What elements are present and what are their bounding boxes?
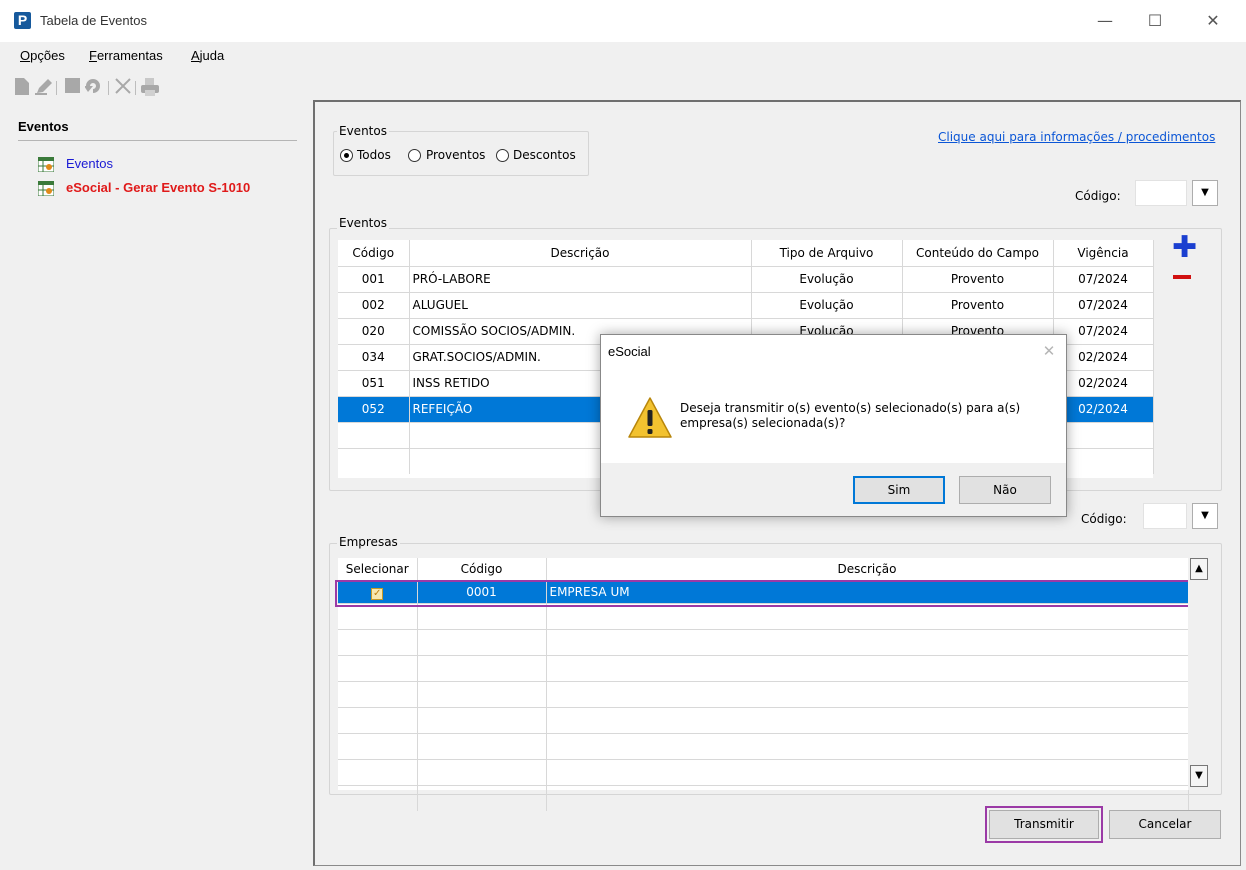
info-link[interactable]: Clique aqui para informações / procedime… [938,130,1215,144]
nao-button[interactable]: Não [959,476,1051,504]
col-descricao-empresa[interactable]: Descrição [546,558,1189,581]
scroll-down-button[interactable]: ▼ [1190,765,1208,787]
table-row-empty[interactable] [338,758,1189,785]
col-selecionar[interactable]: Selecionar [338,558,418,581]
toolbar [12,78,212,100]
cell-tipo: Evolução [751,265,903,292]
toolbar-separator [135,81,136,95]
radio-proventos[interactable]: Proventos [408,148,492,164]
radio-descontos-indicator[interactable] [496,149,509,162]
cell-vigencia: 02/2024 [1053,395,1154,422]
cell-codigo: 020 [338,317,410,344]
col-tipo-arquivo[interactable]: Tipo de Arquivo [751,240,903,266]
cell-codigo: 052 [338,395,410,422]
radio-descontos[interactable]: Descontos [496,148,582,164]
sim-button[interactable]: Sim [853,476,945,504]
print-icon[interactable] [140,78,160,98]
cell-vigencia: 07/2024 [1053,291,1154,318]
cell-vigencia: 02/2024 [1053,369,1154,396]
toolbar-separator [108,81,109,95]
empresas-scrollbar[interactable]: ▲ ▼ [1188,558,1210,790]
table-row-empty[interactable] [338,732,1189,759]
menu-ajuda[interactable]: Ajuda [191,48,224,63]
undo-icon[interactable] [84,78,104,98]
transmitir-button[interactable]: Transmitir [989,810,1099,839]
title-bar [0,0,1246,42]
cell-vigencia: 07/2024 [1053,265,1154,292]
codigo-field-empresas[interactable] [1143,503,1187,529]
col-conteudo-campo[interactable]: Conteúdo do Campo [902,240,1054,266]
filter-legend: Eventos [337,124,389,138]
delete-icon[interactable] [113,78,133,98]
minimize-button[interactable]: — [1082,6,1128,36]
cell-conteudo: Provento [902,265,1054,292]
col-descricao[interactable]: Descrição [409,240,752,266]
codigo-dropdown-eventos[interactable]: ▼ [1192,180,1218,206]
table-row-empty[interactable] [338,628,1189,655]
table-row-empty[interactable] [338,706,1189,733]
radio-descontos-label: Descontos [513,148,576,162]
cell-vigencia: 07/2024 [1053,317,1154,344]
warning-icon [628,396,672,443]
dialog-message: Deseja transmitir o(s) evento(s) selecio… [680,401,1020,431]
confirm-dialog: eSocial ✕ Deseja transmitir o(s) evento(… [600,334,1067,517]
cell-codigo: 001 [338,265,410,292]
codigo-label-eventos: Código: [1075,189,1121,203]
radio-proventos-indicator[interactable] [408,149,421,162]
dialog-close-icon[interactable]: ✕ [1037,339,1061,363]
radio-todos[interactable]: Todos [340,148,402,164]
table-row-empty[interactable] [338,654,1189,681]
codigo-dropdown-empresas[interactable]: ▼ [1192,503,1218,529]
dialog-title: eSocial [608,344,651,359]
col-codigo[interactable]: Código [338,240,410,266]
new-doc-icon[interactable] [12,78,32,98]
codigo-label-empresas: Código: [1081,512,1127,526]
edit-icon[interactable] [34,78,54,98]
cell-vigencia: 02/2024 [1053,343,1154,370]
cell-codigo: 034 [338,343,410,370]
empresas-legend: Empresas [337,535,400,549]
table-icon [38,157,54,172]
selected-empresa-highlight [335,580,1190,607]
save-icon[interactable] [62,78,82,98]
window-title: Tabela de Eventos [40,13,147,28]
table-row-empty[interactable] [338,680,1189,707]
radio-todos-indicator[interactable] [340,149,353,162]
col-codigo-empresa[interactable]: Código [417,558,547,581]
tree-label-gerar-s1010: eSocial - Gerar Evento S-1010 [66,180,251,195]
radio-proventos-label: Proventos [426,148,486,162]
toolbar-separator [56,81,57,95]
cell-codigo: 051 [338,369,410,396]
left-panel-title: Eventos [18,119,69,134]
cell-codigo: 002 [338,291,410,318]
menu-ferramentas[interactable]: Ferramentas [89,48,163,63]
menu-opcoes[interactable]: Opções [20,48,65,63]
cell-conteudo: Provento [902,291,1054,318]
add-evento-icon[interactable]: ✚ [1172,233,1197,263]
cell-descricao: ALUGUEL [409,291,752,318]
app-icon: P [14,12,31,29]
scroll-up-button[interactable]: ▲ [1190,558,1208,580]
dialog-message-line1: Deseja transmitir o(s) evento(s) selecio… [680,401,1021,415]
menu-bar [0,42,1246,72]
close-button[interactable]: ✕ [1190,6,1236,36]
cell-tipo: Evolução [751,291,903,318]
eventos-legend: Eventos [337,216,389,230]
cancelar-button[interactable]: Cancelar [1109,810,1221,839]
radio-todos-label: Todos [357,148,391,162]
table-row[interactable]: 002 ALUGUEL Evolução Provento 07/2024 [338,291,1154,318]
col-vigencia[interactable]: Vigência [1053,240,1154,266]
codigo-field-eventos[interactable] [1135,180,1187,206]
table-row[interactable]: 001 PRÓ-LABORE Evolução Provento 07/2024 [338,265,1154,292]
dialog-message-line2: empresa(s) selecionada(s)? [680,416,846,430]
table-icon [38,181,54,196]
maximize-button[interactable]: ☐ [1132,6,1178,36]
cell-descricao: PRÓ-LABORE [409,265,752,292]
left-panel-divider [18,140,297,141]
remove-evento-icon[interactable] [1173,275,1191,279]
tree-label-eventos: Eventos [66,156,113,171]
